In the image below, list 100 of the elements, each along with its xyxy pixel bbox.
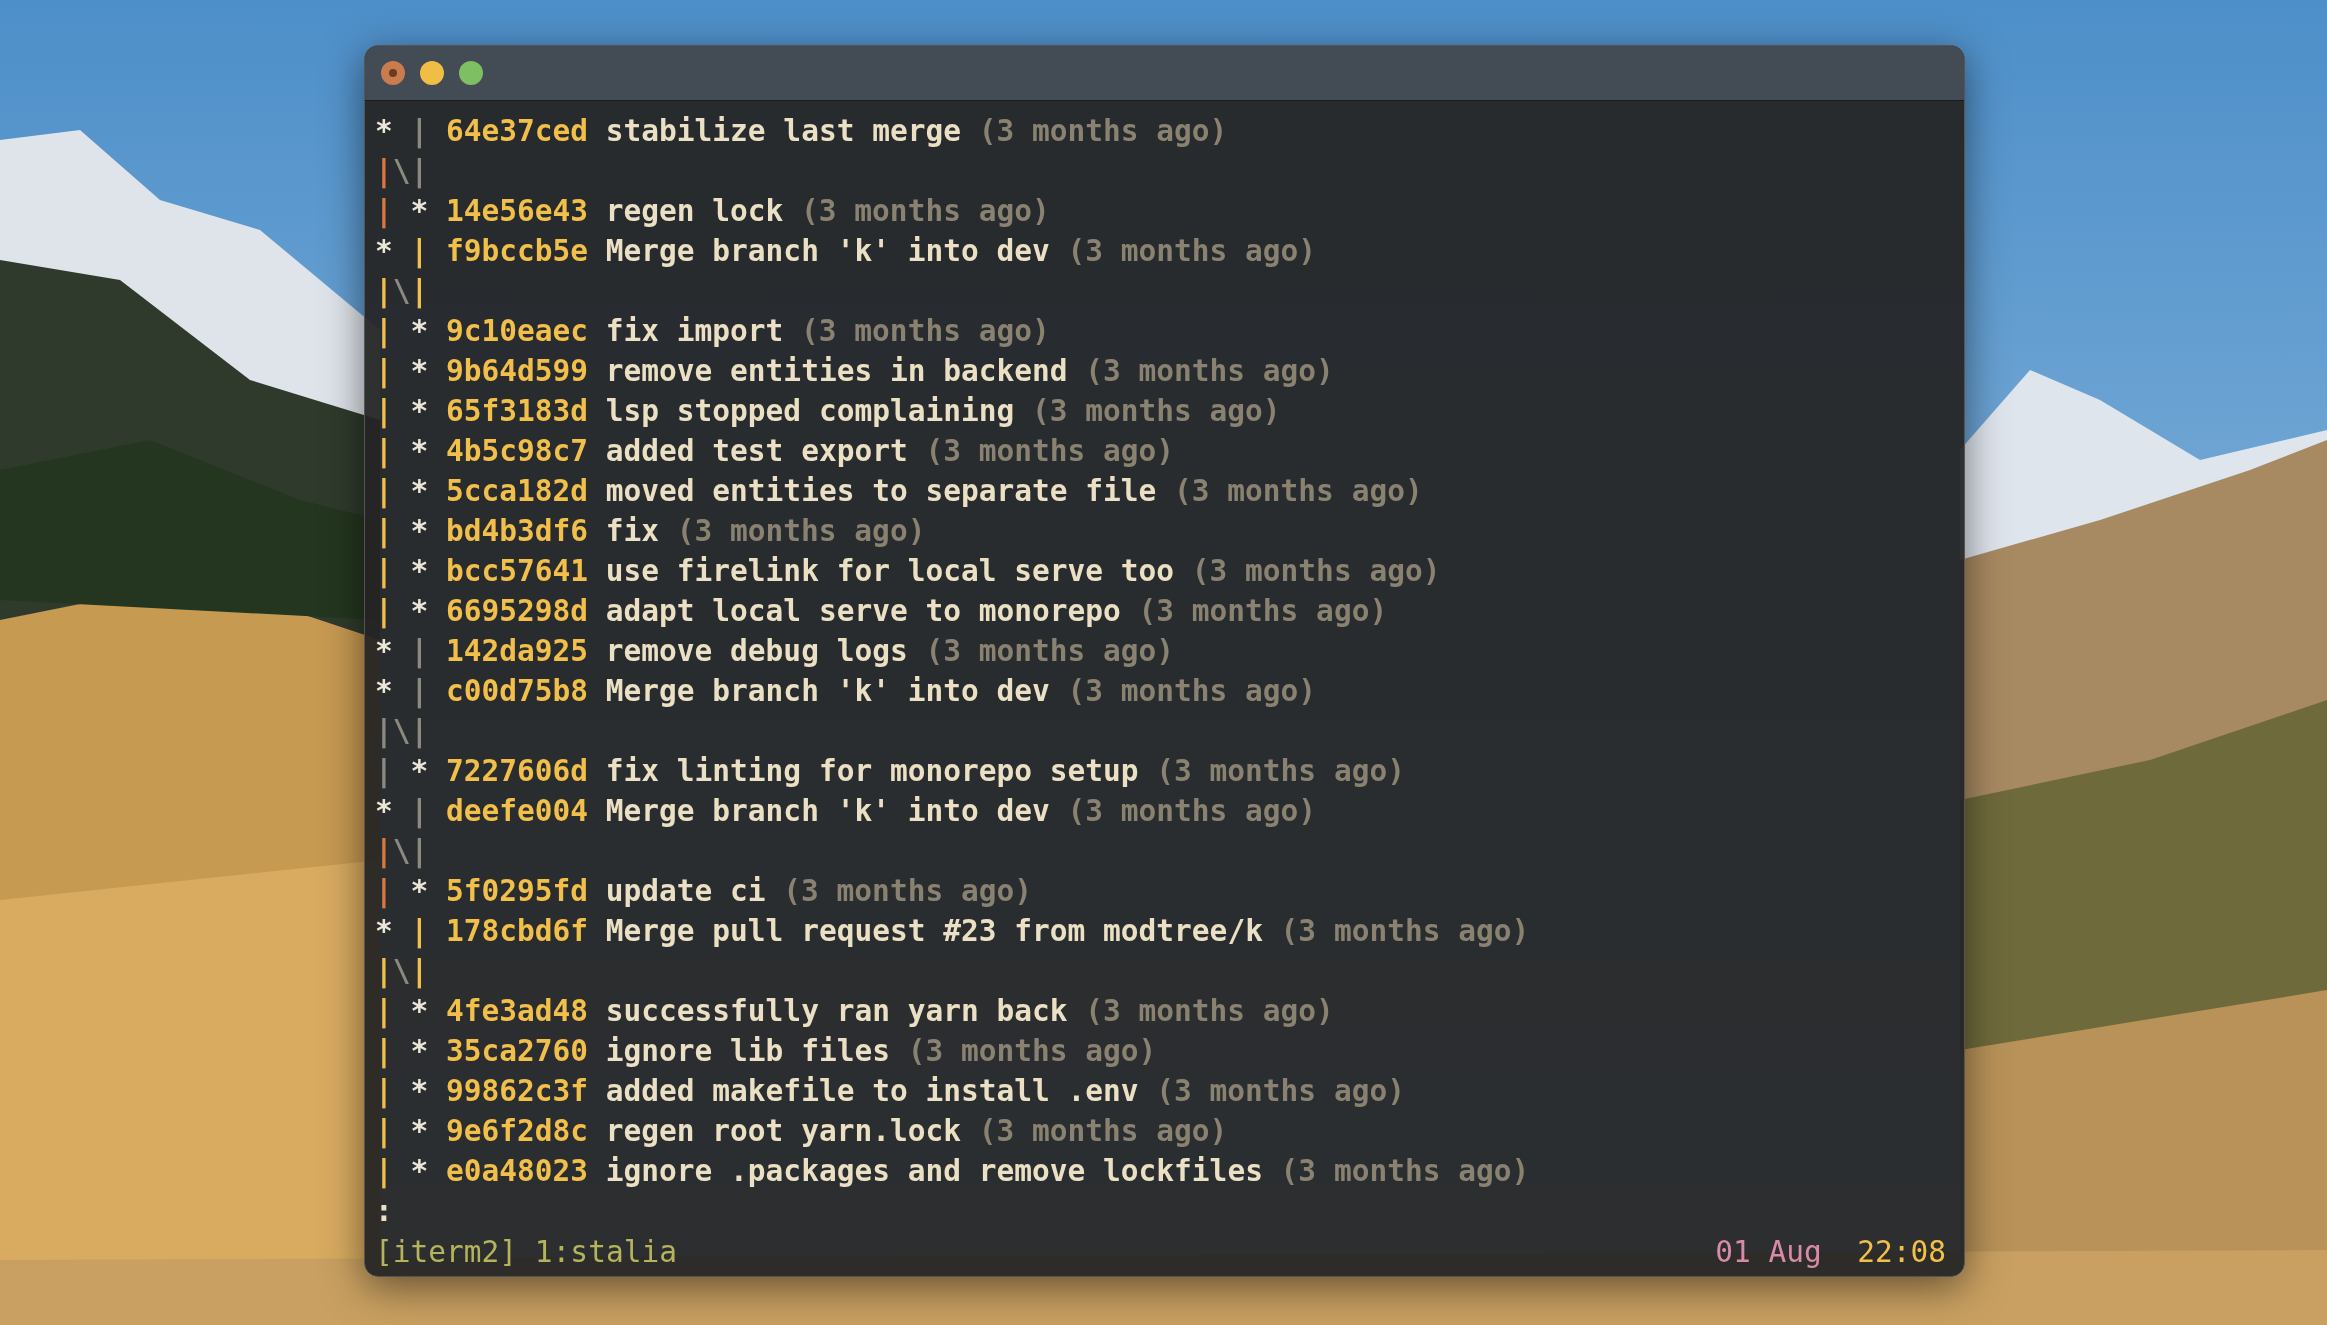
commit-hash: bd4b3df6 bbox=[446, 513, 589, 550]
graph-glyph: | bbox=[375, 753, 394, 791]
graph-glyph: \ bbox=[392, 833, 411, 870]
graph-glyph: | bbox=[375, 993, 394, 1031]
graph-glyph: \ bbox=[392, 273, 411, 310]
commit-message: update ci bbox=[605, 873, 766, 910]
commit-date: (3 months ago) bbox=[925, 433, 1175, 470]
graph-glyph: | bbox=[375, 273, 393, 311]
commit-date: (3 months ago) bbox=[801, 313, 1050, 350]
commit-message: fix bbox=[605, 513, 660, 550]
zoom-button[interactable] bbox=[459, 61, 483, 85]
graph-glyph: * bbox=[410, 593, 429, 630]
graph-glyph: | bbox=[375, 313, 394, 351]
commit-hash: 35ca2760 bbox=[446, 1033, 589, 1070]
commit-hash: c00d75b8 bbox=[446, 673, 589, 710]
commit-date: (3 months ago) bbox=[1191, 553, 1441, 590]
graph-glyph: * bbox=[410, 353, 429, 390]
commit-hash: e0a48023 bbox=[446, 1153, 589, 1190]
commit-date: (3 months ago) bbox=[1085, 353, 1334, 390]
status-time: 22:08 bbox=[1857, 1234, 1946, 1271]
status-date: 01 Aug bbox=[1715, 1234, 1822, 1271]
commit-hash: 142da925 bbox=[446, 633, 589, 670]
graph-glyph: * bbox=[410, 1153, 429, 1190]
graph-glyph: | bbox=[375, 1153, 394, 1191]
commit-date: (3 months ago) bbox=[1156, 1073, 1405, 1110]
commit-hash: bcc57641 bbox=[446, 553, 589, 590]
commit-date: (3 months ago) bbox=[1280, 913, 1530, 950]
commit-date: (3 months ago) bbox=[1067, 673, 1317, 710]
graph-glyph: | bbox=[410, 793, 429, 831]
graph-glyph: | bbox=[375, 1033, 394, 1071]
graph-glyph: * bbox=[375, 633, 394, 670]
graph-glyph: * bbox=[410, 753, 429, 790]
minimize-button[interactable] bbox=[420, 61, 444, 85]
commit-hash: 65f3183d bbox=[446, 393, 589, 430]
commit-hash: 178cbd6f bbox=[446, 913, 589, 950]
commit-message: Merge branch 'k' into dev bbox=[605, 233, 1050, 270]
commit-hash: 14e56e43 bbox=[446, 193, 589, 230]
graph-glyph: * bbox=[410, 553, 429, 590]
commit-message: Merge branch 'k' into dev bbox=[605, 673, 1050, 710]
commit-message: fix linting for monorepo setup bbox=[605, 753, 1139, 790]
commit-date: (3 months ago) bbox=[676, 513, 926, 550]
graph-glyph: | bbox=[375, 513, 394, 551]
commit-message: ignore lib files bbox=[605, 1033, 890, 1070]
graph-glyph: * bbox=[410, 1113, 429, 1150]
commit-hash: 6695298d bbox=[446, 593, 589, 630]
graph-glyph: | bbox=[410, 273, 429, 311]
commit-date: (3 months ago) bbox=[1156, 753, 1405, 790]
graph-glyph: | bbox=[375, 433, 394, 471]
graph-glyph: | bbox=[410, 233, 429, 271]
commit-message: remove entities in backend bbox=[605, 353, 1068, 390]
close-button[interactable] bbox=[381, 61, 405, 85]
commit-date: (3 months ago) bbox=[907, 1033, 1157, 1070]
graph-glyph: * bbox=[410, 993, 429, 1030]
graph-glyph: | bbox=[410, 833, 429, 871]
commit-message: regen root yarn.lock bbox=[605, 1113, 961, 1150]
graph-glyph: \ bbox=[392, 713, 411, 750]
commit-date: (3 months ago) bbox=[925, 633, 1175, 670]
commit-hash: 9e6f2d8c bbox=[446, 1113, 589, 1150]
commit-message: added test export bbox=[605, 433, 908, 470]
graph-glyph: | bbox=[375, 153, 393, 191]
graph-glyph: * bbox=[410, 473, 429, 510]
graph-glyph: * bbox=[410, 313, 429, 350]
commit-date: (3 months ago) bbox=[1031, 393, 1281, 430]
graph-glyph: | bbox=[375, 473, 394, 511]
graph-glyph: | bbox=[410, 913, 429, 951]
commit-hash: deefe004 bbox=[446, 793, 589, 830]
commit-date: (3 months ago) bbox=[783, 873, 1032, 910]
graph-glyph: | bbox=[375, 553, 394, 591]
session-name: [iterm2] 1:stalia bbox=[375, 1234, 677, 1271]
commit-message: lsp stopped complaining bbox=[605, 393, 1015, 430]
commit-hash: 5f0295fd bbox=[446, 873, 589, 910]
graph-glyph: | bbox=[410, 153, 429, 191]
commit-hash: 64e37ced bbox=[446, 113, 589, 150]
commit-message: remove debug logs bbox=[605, 633, 908, 670]
commit-date: (3 months ago) bbox=[978, 113, 1228, 150]
commit-message: adapt local serve to monorepo bbox=[605, 593, 1121, 630]
graph-glyph: * bbox=[410, 1073, 429, 1110]
graph-glyph: \ bbox=[392, 953, 411, 990]
graph-glyph: | bbox=[410, 633, 429, 671]
graph-glyph: | bbox=[375, 873, 394, 911]
commit-date: (3 months ago) bbox=[1067, 233, 1317, 270]
graph-glyph: | bbox=[375, 393, 394, 431]
pager-prompt: : bbox=[375, 1193, 393, 1230]
commit-message: stabilize last merge bbox=[605, 113, 961, 150]
commit-hash: f9bccb5e bbox=[446, 233, 589, 270]
graph-glyph: * bbox=[375, 793, 394, 830]
commit-hash: 9b64d599 bbox=[446, 353, 589, 390]
commit-date: (3 months ago) bbox=[801, 193, 1050, 230]
commit-message: ignore .packages and remove lockfiles bbox=[605, 1153, 1263, 1190]
graph-glyph: * bbox=[410, 1033, 429, 1070]
graph-glyph: | bbox=[410, 953, 429, 991]
commit-hash: 99862c3f bbox=[446, 1073, 589, 1110]
commit-date: (3 months ago) bbox=[1174, 473, 1423, 510]
graph-glyph: | bbox=[410, 113, 429, 151]
graph-glyph: | bbox=[410, 713, 429, 751]
graph-glyph: | bbox=[375, 953, 393, 991]
graph-glyph: | bbox=[375, 593, 394, 631]
commit-date: (3 months ago) bbox=[978, 1113, 1228, 1150]
graph-glyph: | bbox=[375, 353, 394, 391]
commit-message: regen lock bbox=[605, 193, 784, 230]
